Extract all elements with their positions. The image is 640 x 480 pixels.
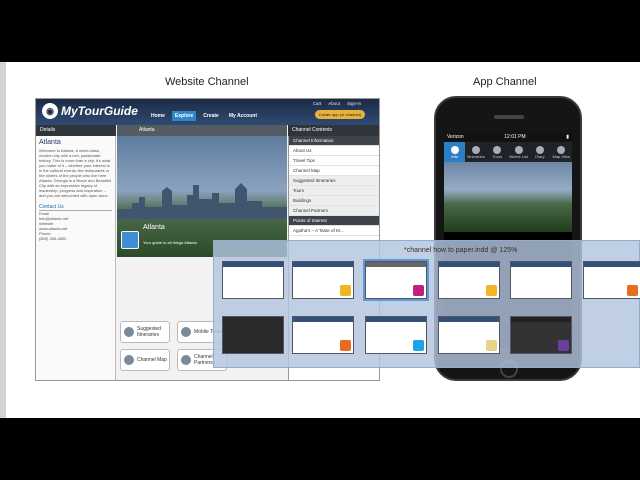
tours-item[interactable]: Tours [289, 186, 379, 196]
skyline-graphic [117, 183, 287, 219]
tours-icon [181, 327, 191, 337]
itineraries-icon [124, 327, 134, 337]
site-header: ◉ MyTourGuide Cart About Sign-in Home Ex… [36, 99, 379, 125]
firefox-icon [340, 340, 351, 351]
tile-label: Channel Map [137, 357, 167, 363]
site-nav: Home Explore Create My Account [148, 111, 260, 121]
chrome-icon [340, 285, 351, 296]
tile-label: Suggested Itineraries [137, 326, 161, 338]
channel-info-item[interactable]: Channel Information [289, 136, 379, 146]
contact-phone: (800) 285-4800 [39, 236, 67, 241]
tab-label: Info [451, 153, 458, 159]
contact-title: Contact Us [39, 204, 112, 211]
hero-title: Atlanta [143, 224, 165, 231]
nav-home[interactable]: Home [148, 111, 168, 121]
channel-partners-item[interactable]: Channel Partners [289, 206, 379, 216]
channel-icon [121, 231, 139, 249]
tab-label: Diary [535, 153, 545, 159]
diary-icon [535, 145, 544, 154]
tab-label: Map View [552, 153, 571, 159]
atlanta-hero-image: Atlanta Your guide to all things Atlanta [117, 136, 287, 257]
travel-tips-item[interactable]: Travel Tips [289, 156, 379, 166]
site-logo[interactable]: ◉ MyTourGuide [42, 103, 138, 119]
tab-map-view[interactable]: Map View [551, 142, 572, 162]
info-icon [450, 145, 459, 154]
window-thumb[interactable] [583, 261, 640, 299]
cart-link[interactable]: Cart [313, 101, 322, 106]
logo-text: MyTourGuide [61, 104, 138, 118]
tab-label: Itineraries [467, 153, 485, 159]
carrier: Verizon [447, 134, 464, 140]
firefox-icon [627, 285, 638, 296]
tab-tours[interactable]: Tours [487, 142, 508, 162]
task-switcher: *channel how to paper.indd @ 125% [213, 240, 640, 368]
map-icon [557, 145, 566, 154]
tours-icon [493, 145, 502, 154]
nav-my-account[interactable]: My Account [226, 111, 260, 121]
folder-icon [486, 340, 497, 351]
logo-icon: ◉ [42, 103, 58, 119]
tab-diary[interactable]: Diary [529, 142, 550, 162]
points-of-interest-item[interactable]: Points of Interest [289, 216, 379, 226]
website-channel-heading: Website Channel [165, 76, 249, 88]
hero-caption: Atlanta Your guide to all things Atlanta [121, 224, 197, 249]
window-thumb[interactable] [222, 261, 284, 299]
map-icon [124, 355, 134, 365]
nav-explore[interactable]: Explore [171, 111, 197, 121]
tab-label: Bkmrk List [509, 153, 528, 159]
create-app-button[interactable]: Create app (or channel) [314, 110, 365, 119]
window-thumb[interactable] [365, 316, 427, 354]
phone-hero-image [444, 162, 572, 232]
partners-icon [181, 355, 191, 365]
app-channel-heading: App Channel [473, 76, 537, 88]
suggested-itineraries-item[interactable]: Suggested Itineraries [289, 176, 379, 186]
tab-itineraries[interactable]: Itineraries [465, 142, 486, 162]
window-thumb[interactable] [363, 259, 429, 301]
tab-bookmark-list[interactable]: Bkmrk List [508, 142, 529, 162]
window-thumb[interactable] [438, 261, 500, 299]
details-bar[interactable]: Details [36, 125, 116, 136]
app-tab-bar: Info Itineraries Tours Bkmrk List Diary … [444, 142, 572, 162]
buildings-item[interactable]: Buildings [289, 196, 379, 206]
indesign-icon [413, 285, 424, 296]
left-edge-bar [0, 62, 6, 418]
skype-icon [413, 340, 424, 351]
about-us-item[interactable]: About Us [289, 146, 379, 156]
tile-suggested-itineraries[interactable]: Suggested Itineraries [120, 321, 170, 343]
window-thumb[interactable] [510, 261, 572, 299]
speaker [494, 115, 524, 119]
city-description: Welcome to Atlanta, a world-class, moder… [39, 148, 112, 198]
city-title: Atlanta [39, 139, 61, 146]
nav-create[interactable]: Create [200, 111, 222, 121]
hero-subtitle: Your guide to all things Atlanta [143, 240, 197, 245]
channel-contents-bar: Channel Contents [288, 125, 379, 136]
itineraries-icon [471, 145, 480, 154]
status-bar: Verizon 12:01 PM ▮ [444, 133, 572, 142]
window-thumb[interactable] [292, 261, 354, 299]
battery-icon: ▮ [566, 134, 569, 140]
window-thumb[interactable] [510, 316, 572, 354]
location-bar[interactable]: Atlanta [117, 125, 287, 136]
about-link[interactable]: About [328, 101, 340, 106]
premiere-icon [558, 340, 569, 351]
sign-in-link[interactable]: Sign-in [347, 101, 361, 106]
details-panel: Atlanta Welcome to Atlanta, a world-clas… [36, 136, 116, 380]
bookmark-icon [514, 145, 523, 154]
poi-entry[interactable]: Agatha's – A Taste of M... [289, 226, 379, 236]
window-thumb[interactable] [292, 316, 354, 354]
window-thumb[interactable] [438, 316, 500, 354]
slide: Website Channel App Channel ◉ MyTourGuid… [0, 62, 640, 418]
chrome-icon [486, 285, 497, 296]
media-player-thumb[interactable] [222, 316, 284, 354]
tab-label: Tours [492, 153, 503, 159]
top-links: Cart About Sign-in [313, 101, 361, 106]
tile-channel-map[interactable]: Channel Map [120, 349, 170, 371]
tab-info[interactable]: Info [444, 142, 466, 162]
switcher-title: *channel how to paper.indd @ 125% [404, 247, 518, 254]
clock: 12:01 PM [504, 134, 526, 140]
channel-map-item[interactable]: Channel Map [289, 166, 379, 176]
